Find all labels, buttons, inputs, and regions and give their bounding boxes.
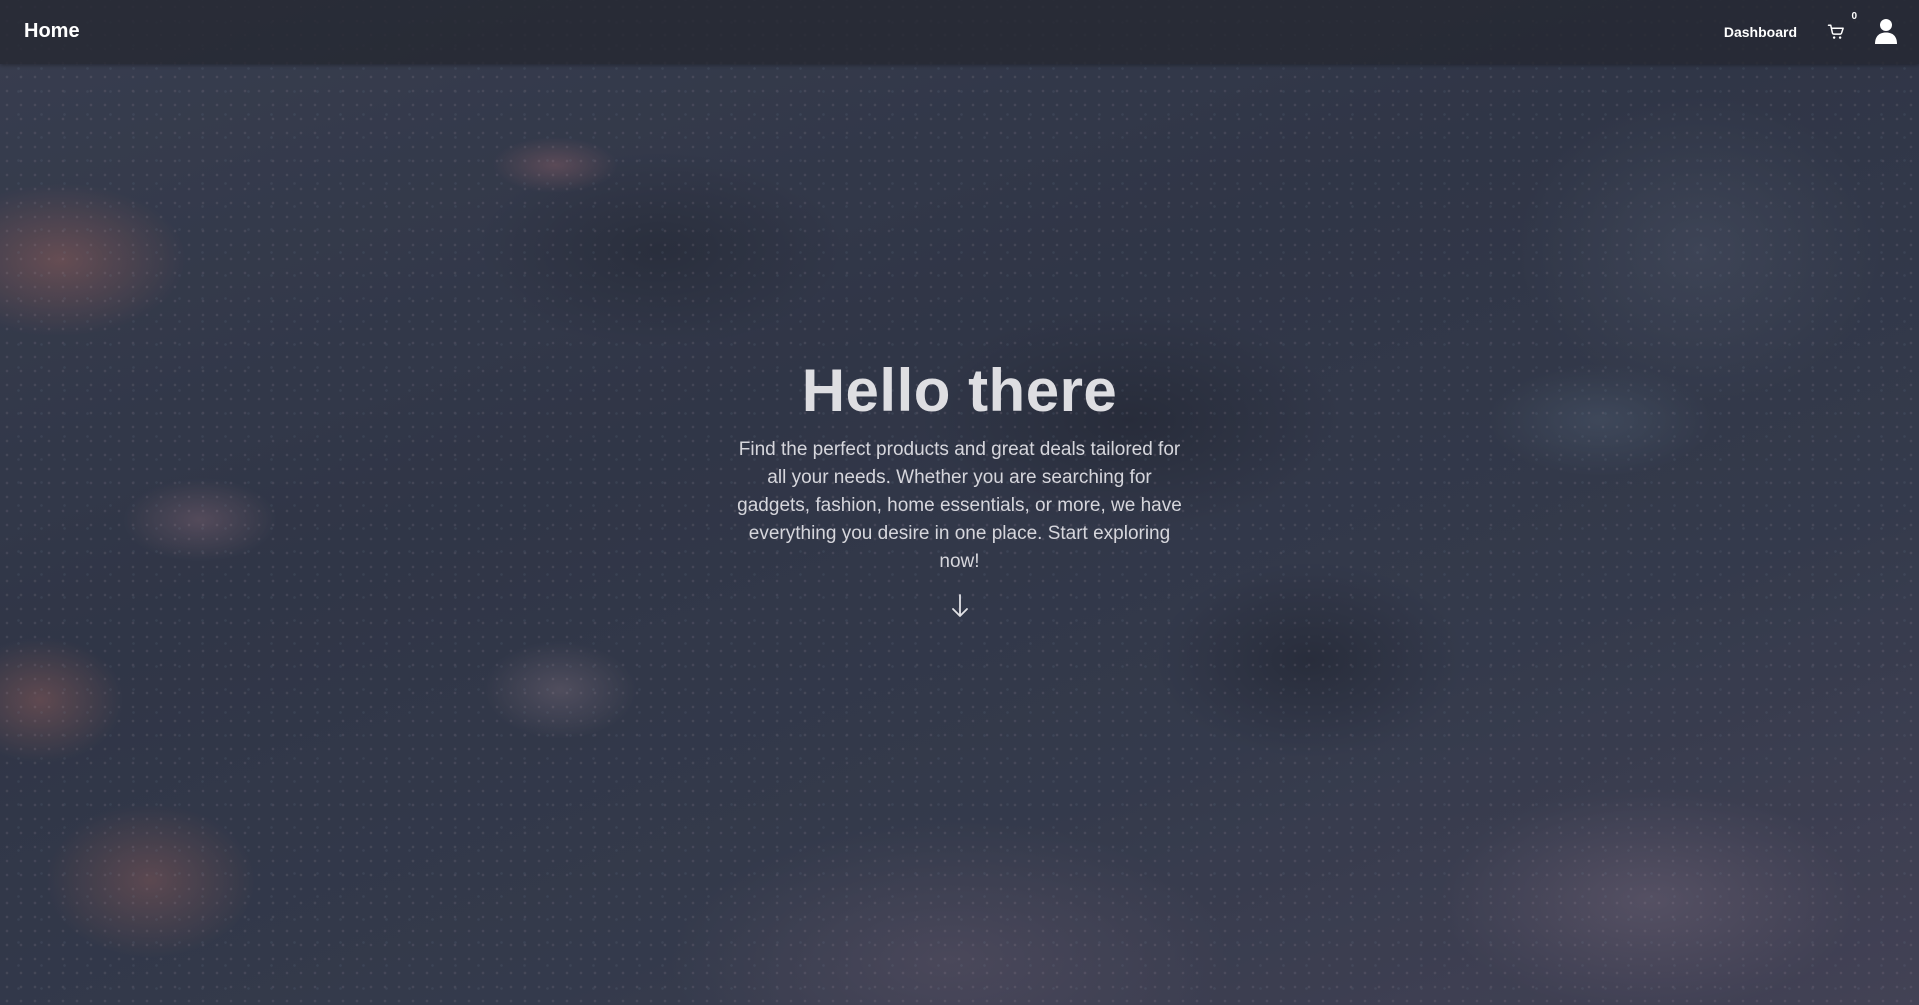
hero-title: Hello there bbox=[801, 357, 1118, 424]
scroll-down-button[interactable] bbox=[950, 592, 970, 620]
navbar-actions: Dashboard 0 bbox=[1724, 0, 1901, 64]
cart-button[interactable]: 0 bbox=[1827, 11, 1857, 44]
account-button[interactable] bbox=[1875, 18, 1901, 46]
top-navbar: Home Dashboard 0 bbox=[0, 0, 1919, 64]
arrow-down-icon bbox=[951, 594, 968, 617]
dashboard-link[interactable]: Dashboard bbox=[1724, 24, 1797, 40]
landing-page: Home Dashboard 0 Hello there Find the pe… bbox=[0, 0, 1919, 1005]
hero-description: Find the perfect products and great deal… bbox=[737, 439, 1182, 572]
cart-icon bbox=[1827, 24, 1844, 39]
hero-section: Hello there Find the perfect products an… bbox=[0, 356, 1919, 625]
home-link[interactable]: Home bbox=[24, 20, 80, 43]
user-icon bbox=[1875, 19, 1897, 44]
cart-count-badge: 0 bbox=[1851, 11, 1857, 22]
